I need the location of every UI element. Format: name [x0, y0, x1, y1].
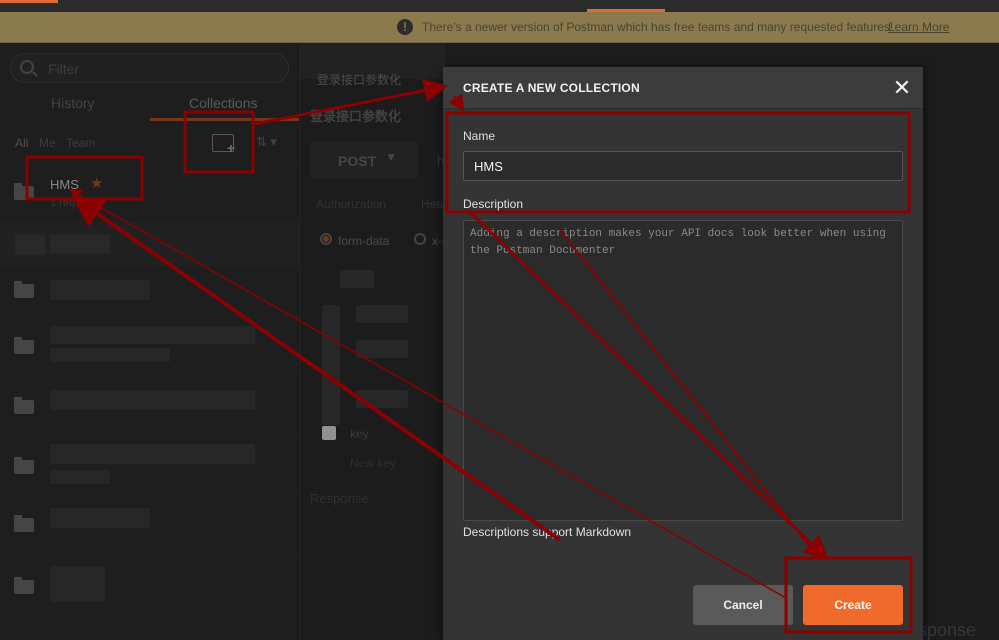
description-textarea[interactable]	[463, 220, 903, 521]
banner-message: There's a newer version of Postman which…	[422, 20, 894, 34]
app-top-bar	[0, 0, 999, 12]
modal-title: CREATE A NEW COLLECTION	[463, 81, 640, 95]
description-label: Description	[463, 197, 524, 211]
create-collection-modal: CREATE A NEW COLLECTION ✕ Name Descripti…	[443, 67, 923, 640]
close-icon[interactable]: ✕	[892, 76, 912, 100]
learn-more-link[interactable]: Learn More	[888, 20, 949, 34]
name-label: Name	[463, 129, 496, 143]
markdown-note: Descriptions support Markdown	[463, 525, 632, 539]
cancel-button[interactable]: Cancel	[693, 585, 793, 625]
top-tab-accent	[0, 0, 58, 3]
update-banner: ! There's a newer version of Postman whi…	[0, 12, 999, 43]
info-icon: !	[397, 19, 413, 35]
modal-header: CREATE A NEW COLLECTION ✕	[443, 67, 923, 109]
create-button[interactable]: Create	[803, 585, 903, 625]
collection-name-input[interactable]	[463, 151, 903, 181]
